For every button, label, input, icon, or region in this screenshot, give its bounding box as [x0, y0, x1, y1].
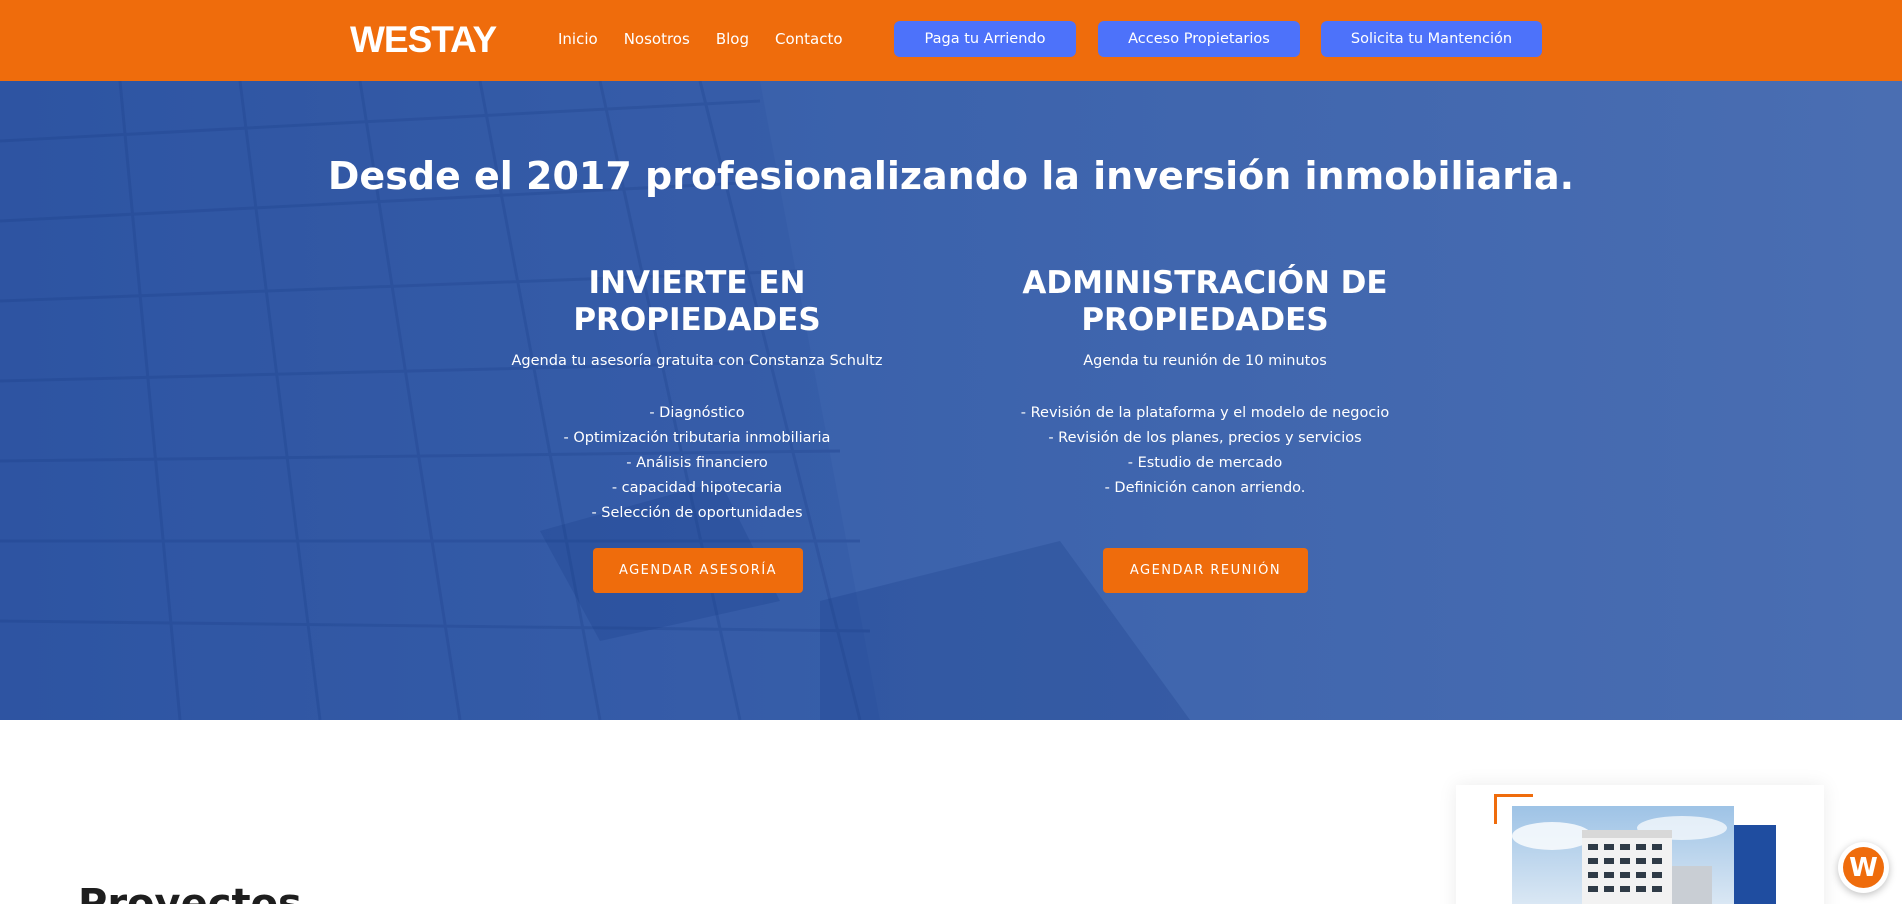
list-item: - Selección de oportunidades — [591, 505, 803, 521]
owner-access-button[interactable]: Acceso Propietarios — [1098, 21, 1300, 57]
management-column: ADMINISTRACIÓN DE PROPIEDADES Agenda tu … — [985, 265, 1425, 501]
schedule-advisory-button[interactable]: AGENDAR ASESORÍA — [593, 548, 803, 593]
hero-section: Desde el 2017 profesionalizando la inver… — [0, 81, 1902, 720]
invest-heading: INVIERTE EN PROPIEDADES — [497, 265, 897, 339]
management-heading: ADMINISTRACIÓN DE PROPIEDADES — [985, 265, 1425, 339]
site-header: WESTAY Inicio Nosotros Blog Contacto Pag… — [0, 0, 1902, 81]
list-item: - Definición canon arriendo. — [1104, 480, 1306, 496]
list-item: - Análisis financiero — [626, 455, 768, 471]
management-subtitle: Agenda tu reunión de 10 minutos — [1083, 353, 1327, 369]
invest-column: INVIERTE EN PROPIEDADES Agenda tu asesor… — [497, 265, 897, 526]
list-item: - Estudio de mercado — [1127, 455, 1283, 471]
list-item: - Optimización tributaria inmobiliaria — [563, 430, 831, 446]
management-list: - Revisión de la plataforma y el modelo … — [985, 401, 1425, 501]
projects-title: Proyectos — [78, 881, 302, 904]
list-item: - capacidad hipotecaria — [611, 480, 783, 496]
list-item: - Revisión de la plataforma y el modelo … — [1020, 405, 1390, 421]
nav-contacto[interactable]: Contacto — [775, 28, 843, 50]
invest-heading-line1: INVIERTE EN — [588, 265, 806, 301]
hero-title: Desde el 2017 profesionalizando la inver… — [327, 154, 1575, 198]
nav-nosotros[interactable]: Nosotros — [624, 28, 690, 50]
chat-letter: W — [1843, 847, 1884, 888]
invest-subtitle: Agenda tu asesoría gratuita con Constanz… — [511, 353, 883, 369]
pay-rent-button[interactable]: Paga tu Arriendo — [894, 21, 1076, 57]
schedule-meeting-button[interactable]: AGENDAR REUNIÓN — [1103, 548, 1308, 593]
invest-list: - Diagnóstico - Optimización tributaria … — [497, 401, 897, 526]
nav-blog[interactable]: Blog — [716, 28, 749, 50]
main-nav: Inicio Nosotros Blog Contacto — [558, 28, 869, 50]
westay-chat-icon[interactable]: W — [1838, 842, 1889, 893]
invest-heading-line2: PROPIEDADES — [573, 302, 821, 338]
nav-inicio[interactable]: Inicio — [558, 28, 598, 50]
list-item: - Diagnóstico — [649, 405, 745, 421]
maintenance-request-button[interactable]: Solicita tu Mantención — [1321, 21, 1542, 57]
management-heading-line2: PROPIEDADES — [1081, 302, 1329, 338]
building-photo — [1512, 806, 1734, 904]
blue-accent-block — [1734, 825, 1776, 904]
westay-logo[interactable]: WESTAY — [350, 20, 497, 60]
management-heading-line1: ADMINISTRACIÓN DE — [1022, 265, 1388, 301]
list-item: - Revisión de los planes, precios y serv… — [1048, 430, 1362, 446]
